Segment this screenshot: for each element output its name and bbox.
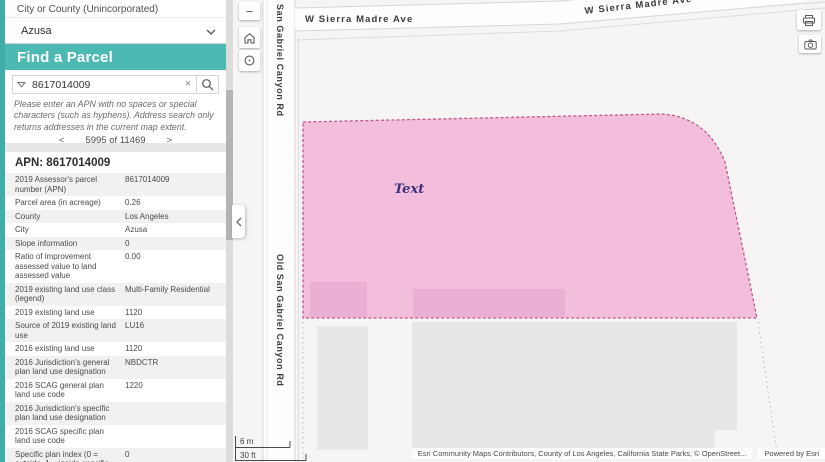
attribute-value: 1120 xyxy=(123,308,222,318)
search-help-text: Please enter an APN with no spaces or sp… xyxy=(14,99,217,133)
attribute-label: 2016 SCAG general plan land use code xyxy=(15,381,123,400)
attribute-label: Slope information xyxy=(15,239,123,249)
attribute-row: CountyLos Angeles xyxy=(5,210,226,224)
building-footprint xyxy=(317,326,368,450)
attribute-row: Parcel area (in acreage)0.26 xyxy=(5,196,226,210)
attribute-table: 2019 Assessor's parcel number (APN)86170… xyxy=(5,173,226,462)
attribute-value: 0 xyxy=(123,450,222,462)
find-parcel-title: Find a Parcel xyxy=(5,44,226,70)
next-page-button[interactable]: > xyxy=(164,135,176,143)
pagination: < 5995 of 11469 > xyxy=(12,135,219,143)
attribute-label: 2016 existing land use xyxy=(15,344,123,354)
region-select-label: City or County (Unincorporated) xyxy=(5,0,226,17)
building-footprint xyxy=(412,322,737,452)
attribute-row: 2019 existing land use class (legend)Mul… xyxy=(5,283,226,306)
attribute-value: LU16 xyxy=(123,321,222,340)
street-label-san-gabriel: San Gabriel Canyon Rd xyxy=(275,4,285,117)
attribute-row: 2016 existing land use1120 xyxy=(5,342,226,356)
search-options-icon[interactable] xyxy=(13,81,30,88)
region-select-value: Azusa xyxy=(21,25,52,37)
page-indicator: 5995 of 11469 xyxy=(85,135,145,143)
screenshot-button[interactable] xyxy=(799,35,821,53)
panel-divider xyxy=(5,143,226,152)
search-icon xyxy=(201,78,214,91)
attribute-label: Specific plan index (0 = outside, 1 = in… xyxy=(15,450,123,462)
attribute-value: Multi-Family Residential xyxy=(123,285,222,304)
locate-icon xyxy=(243,54,256,67)
attribute-row: 2016 Jurisdiction's specific plan land u… xyxy=(5,402,226,425)
home-icon xyxy=(243,32,256,44)
attribute-row: Ratio of improvement assessed value to l… xyxy=(5,250,226,283)
apn-search-box: × xyxy=(12,75,219,94)
search-panel: × Please enter an APN with no spaces or … xyxy=(5,70,226,143)
map-pane: Text W Sierra Madre Ave W Sierra Madre A… xyxy=(233,0,825,462)
attribute-label: Parcel area (in acreage) xyxy=(15,198,123,208)
attribute-value: 1220 xyxy=(123,381,222,400)
street-label-old-san-gabriel: Old San Gabriel Canyon Rd xyxy=(275,254,285,387)
attribute-row: Slope information0 xyxy=(5,237,226,251)
map-attribution-bar: Esri Community Maps Contributors, County… xyxy=(412,448,825,459)
region-select[interactable]: Azusa xyxy=(5,17,226,44)
attribute-value: 1120 xyxy=(123,344,222,354)
attribute-label: 2019 existing land use class (legend) xyxy=(15,285,123,304)
attribute-value xyxy=(123,427,222,446)
collapse-sidebar-button[interactable] xyxy=(232,205,245,238)
apn-header: APN: 8617014009 xyxy=(15,157,226,169)
search-button[interactable] xyxy=(196,76,218,93)
attribute-label: 2016 SCAG specific plan land use code xyxy=(15,427,123,446)
attribute-value: 0.00 xyxy=(123,252,222,281)
scale-imperial-label: 30 ft xyxy=(240,451,256,460)
scale-metric-label: 6 m xyxy=(240,437,254,446)
parcel-text-label: Text xyxy=(394,182,424,197)
powered-by-esri: Powered by Esri xyxy=(758,448,825,459)
locate-button[interactable] xyxy=(239,50,260,71)
chevron-left-icon xyxy=(235,216,243,228)
attribute-value: 0 xyxy=(123,239,222,249)
parcel-building-shade xyxy=(310,282,367,317)
attribute-label: Ratio of improvement assessed value to l… xyxy=(15,252,123,281)
chevron-down-icon xyxy=(206,22,216,40)
attribute-row: 2019 Assessor's parcel number (APN)86170… xyxy=(5,173,226,196)
zoom-out-button[interactable]: − xyxy=(239,2,260,20)
attribute-row: 2016 Jurisdiction's general plan land us… xyxy=(5,356,226,379)
attribute-label: 2019 existing land use xyxy=(15,308,123,318)
attribute-value: 0.26 xyxy=(123,198,222,208)
attribution-text: Esri Community Maps Contributors, County… xyxy=(412,448,753,459)
attribute-row: 2019 existing land use1120 xyxy=(5,306,226,320)
attribute-label: 2016 Jurisdiction's specific plan land u… xyxy=(15,404,123,423)
prev-page-button[interactable]: < xyxy=(56,135,68,143)
map-canvas[interactable]: Text W Sierra Madre Ave W Sierra Madre A… xyxy=(233,0,825,462)
attribute-value: Azusa xyxy=(123,225,222,235)
attribute-row: 2016 SCAG general plan land use code1220 xyxy=(5,379,226,402)
camera-icon xyxy=(804,39,817,50)
attribute-row: 2016 SCAG specific plan land use code xyxy=(5,425,226,448)
attribute-value: 8617014009 xyxy=(123,175,222,194)
attribute-row: Source of 2019 existing land useLU16 xyxy=(5,319,226,342)
home-button[interactable] xyxy=(239,27,260,48)
attribute-value xyxy=(123,404,222,423)
print-button[interactable] xyxy=(797,10,821,30)
attribute-label: 2019 Assessor's parcel number (APN) xyxy=(15,175,123,194)
attribute-label: 2016 Jurisdiction's general plan land us… xyxy=(15,358,123,377)
apn-search-input[interactable] xyxy=(30,79,180,91)
parcel-result-panel: APN: 8617014009 2019 Assessor's parcel n… xyxy=(5,152,226,462)
attribute-label: Source of 2019 existing land use xyxy=(15,321,123,340)
attribute-label: City xyxy=(15,225,123,235)
selected-parcel-polygon[interactable] xyxy=(303,114,757,318)
app-window: City or County (Unincorporated) Azusa Fi… xyxy=(0,0,825,462)
clear-search-icon[interactable]: × xyxy=(180,76,196,93)
sidebar: City or County (Unincorporated) Azusa Fi… xyxy=(5,0,226,462)
street-label-sierra-madre-left: W Sierra Madre Ave xyxy=(305,14,413,25)
attribute-row: CityAzusa xyxy=(5,223,226,237)
attribute-label: County xyxy=(15,212,123,222)
print-icon xyxy=(802,14,816,27)
attribute-row: Specific plan index (0 = outside, 1 = in… xyxy=(5,448,226,462)
attribute-value: NBDCTR xyxy=(123,358,222,377)
parcel-building-shade xyxy=(413,289,565,317)
region-widget: City or County (Unincorporated) Azusa xyxy=(5,0,226,44)
attribute-value: Los Angeles xyxy=(123,212,222,222)
